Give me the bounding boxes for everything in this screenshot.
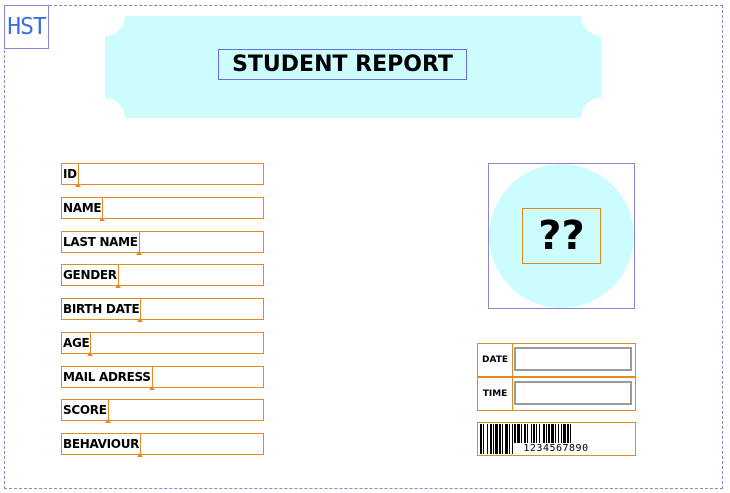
gender-field[interactable]: GENDER — [61, 264, 264, 288]
date-field[interactable]: DATE — [477, 343, 636, 377]
mail-address-label: MAIL ADRESS — [62, 367, 155, 390]
gender-label: GENDER — [62, 265, 121, 288]
photo-frame[interactable]: ?? — [488, 163, 635, 309]
id-field[interactable]: ID — [61, 163, 264, 187]
age-field[interactable]: AGE — [61, 332, 264, 356]
name-label: NAME — [62, 198, 106, 221]
time-input[interactable] — [514, 381, 632, 405]
score-label: SCORE — [62, 400, 111, 423]
date-input[interactable] — [514, 347, 632, 371]
behaviour-field[interactable]: BEHAVIOUR — [61, 433, 264, 457]
barcode-number: 1234567890 — [514, 443, 598, 454]
id-label: ID — [62, 164, 81, 187]
score-field[interactable]: SCORE — [61, 399, 264, 423]
mail-address-field[interactable]: MAIL ADRESS — [61, 366, 264, 390]
time-field[interactable]: TIME — [477, 377, 636, 411]
age-label: AGE — [62, 333, 94, 356]
birth-date-label: BIRTH DATE — [62, 299, 144, 322]
birth-date-field[interactable]: BIRTH DATE — [61, 298, 264, 322]
time-label: TIME — [478, 378, 513, 410]
date-label: DATE — [478, 344, 513, 376]
last-name-label: LAST NAME — [62, 232, 142, 255]
last-name-field[interactable]: LAST NAME — [61, 231, 264, 255]
photo-placeholder: ?? — [522, 208, 601, 264]
logo: HST — [4, 5, 49, 49]
barcode: 1234567890 — [477, 422, 636, 456]
behaviour-label: BEHAVIOUR — [62, 434, 144, 457]
page-title: STUDENT REPORT — [218, 49, 467, 80]
name-field[interactable]: NAME — [61, 197, 264, 221]
